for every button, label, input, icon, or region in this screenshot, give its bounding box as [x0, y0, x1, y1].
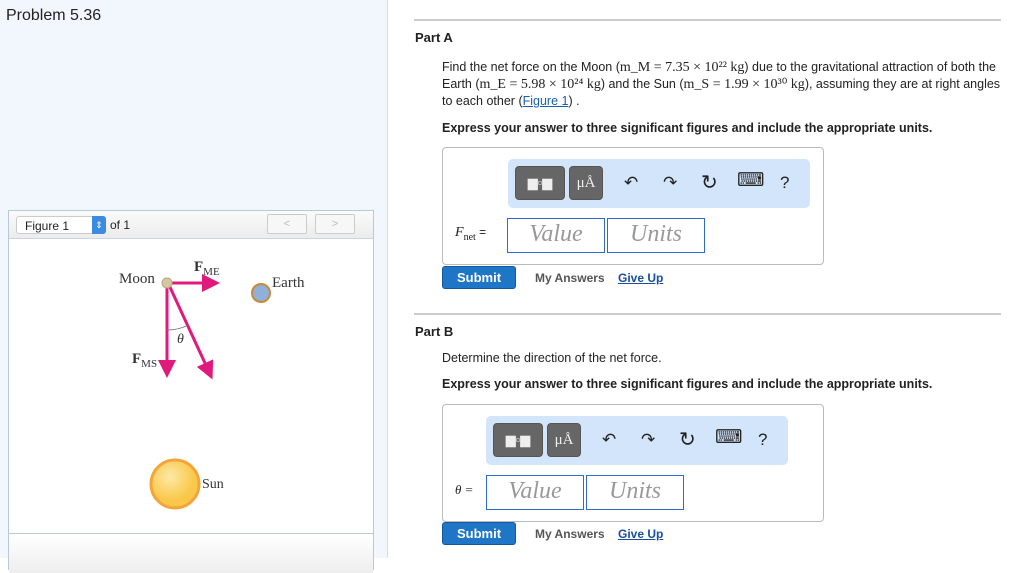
- units-button[interactable]: μÅ: [569, 166, 603, 200]
- sun-label: Sun: [202, 477, 224, 492]
- theta-label: θ: [177, 332, 184, 347]
- figure-diagram: [149, 274, 271, 510]
- part-b-heading: Part B: [415, 324, 454, 339]
- submit-button[interactable]: Submit: [442, 522, 516, 545]
- figure-count: of 1: [110, 218, 131, 232]
- value-input[interactable]: Value: [507, 218, 605, 253]
- help-icon[interactable]: ?: [758, 430, 767, 450]
- redo-icon[interactable]: ↷: [663, 173, 677, 193]
- units-button[interactable]: μÅ: [547, 423, 581, 457]
- part-b-instruction: Express your answer to three significant…: [442, 377, 933, 391]
- problem-title: Problem 5.36: [6, 7, 102, 24]
- earth-icon: [251, 283, 271, 303]
- units-input[interactable]: Units: [586, 475, 684, 510]
- part-a-answer-box: ▆▫▆ μÅ ↶ ↷ ↻ ⌨ ? Fnet = Value Units: [442, 147, 824, 265]
- next-figure-button[interactable]: >: [315, 214, 355, 234]
- figure-select[interactable]: Figure 1 ⇕: [16, 216, 106, 234]
- earth-label: Earth: [272, 275, 305, 291]
- value-input[interactable]: Value: [486, 475, 584, 510]
- part-a-heading: Part A: [415, 30, 453, 45]
- moon-label: Moon: [119, 271, 155, 287]
- f-me-label: FME: [194, 259, 220, 278]
- my-answers-link[interactable]: My Answers: [535, 271, 605, 285]
- templates-button[interactable]: ▆▫▆: [493, 423, 543, 457]
- question-panel: Part A Find the net force on the Moon (m…: [388, 0, 1024, 558]
- theta-input-label: θ =: [455, 482, 474, 497]
- prev-figure-button[interactable]: <: [267, 214, 307, 234]
- reset-icon[interactable]: ↻: [679, 427, 696, 452]
- figure-panel: Problem 5.36 Figure 1 ⇕ of 1 < > Moon Ear…: [0, 0, 388, 573]
- undo-icon[interactable]: ↶: [624, 173, 638, 193]
- moon-icon: [161, 277, 173, 289]
- units-input[interactable]: Units: [607, 218, 705, 253]
- theta-arc: [166, 324, 189, 331]
- undo-icon[interactable]: ↶: [602, 430, 616, 450]
- give-up-link[interactable]: Give Up: [618, 527, 663, 541]
- figure-toolbar: Figure 1 ⇕ of 1 < >: [9, 211, 373, 239]
- part-b-answer-box: ▆▫▆ μÅ ↶ ↷ ↻ ⌨ ? θ = Value Units: [442, 404, 824, 522]
- redo-icon[interactable]: ↷: [641, 430, 655, 450]
- sun-icon: [149, 458, 201, 510]
- templates-button[interactable]: ▆▫▆: [515, 166, 565, 200]
- part-a-instruction: Express your answer to three significant…: [442, 121, 933, 135]
- math-toolbar: ▆▫▆ μÅ ↶ ↷ ↻ ⌨ ?: [486, 416, 788, 465]
- divider: [414, 19, 1001, 21]
- f-ms-label: FMS: [132, 351, 158, 370]
- reset-icon[interactable]: ↻: [701, 170, 718, 195]
- figure-select-value: Figure 1: [25, 219, 70, 233]
- give-up-link[interactable]: Give Up: [618, 271, 663, 285]
- fnet-label: Fnet =: [455, 225, 487, 243]
- chevron-updown-icon: ⇕: [92, 216, 106, 234]
- keyboard-icon[interactable]: ⌨: [737, 169, 764, 192]
- divider: [414, 313, 1001, 315]
- part-a-question: Find the net force on the Moon (m_M = 7.…: [442, 60, 1001, 108]
- my-answers-link[interactable]: My Answers: [535, 527, 605, 541]
- figure-viewer: Figure 1 ⇕ of 1 < > Moon Earth Sun FME FM…: [8, 210, 374, 573]
- part-b-question: Determine the direction of the net force…: [442, 351, 662, 365]
- math-toolbar: ▆▫▆ μÅ ↶ ↷ ↻ ⌨ ?: [508, 159, 810, 208]
- keyboard-icon[interactable]: ⌨: [715, 426, 742, 449]
- help-icon[interactable]: ?: [780, 173, 789, 193]
- submit-button[interactable]: Submit: [442, 266, 516, 289]
- figure-footer: [9, 533, 373, 573]
- figure-link[interactable]: Figure 1: [523, 94, 569, 108]
